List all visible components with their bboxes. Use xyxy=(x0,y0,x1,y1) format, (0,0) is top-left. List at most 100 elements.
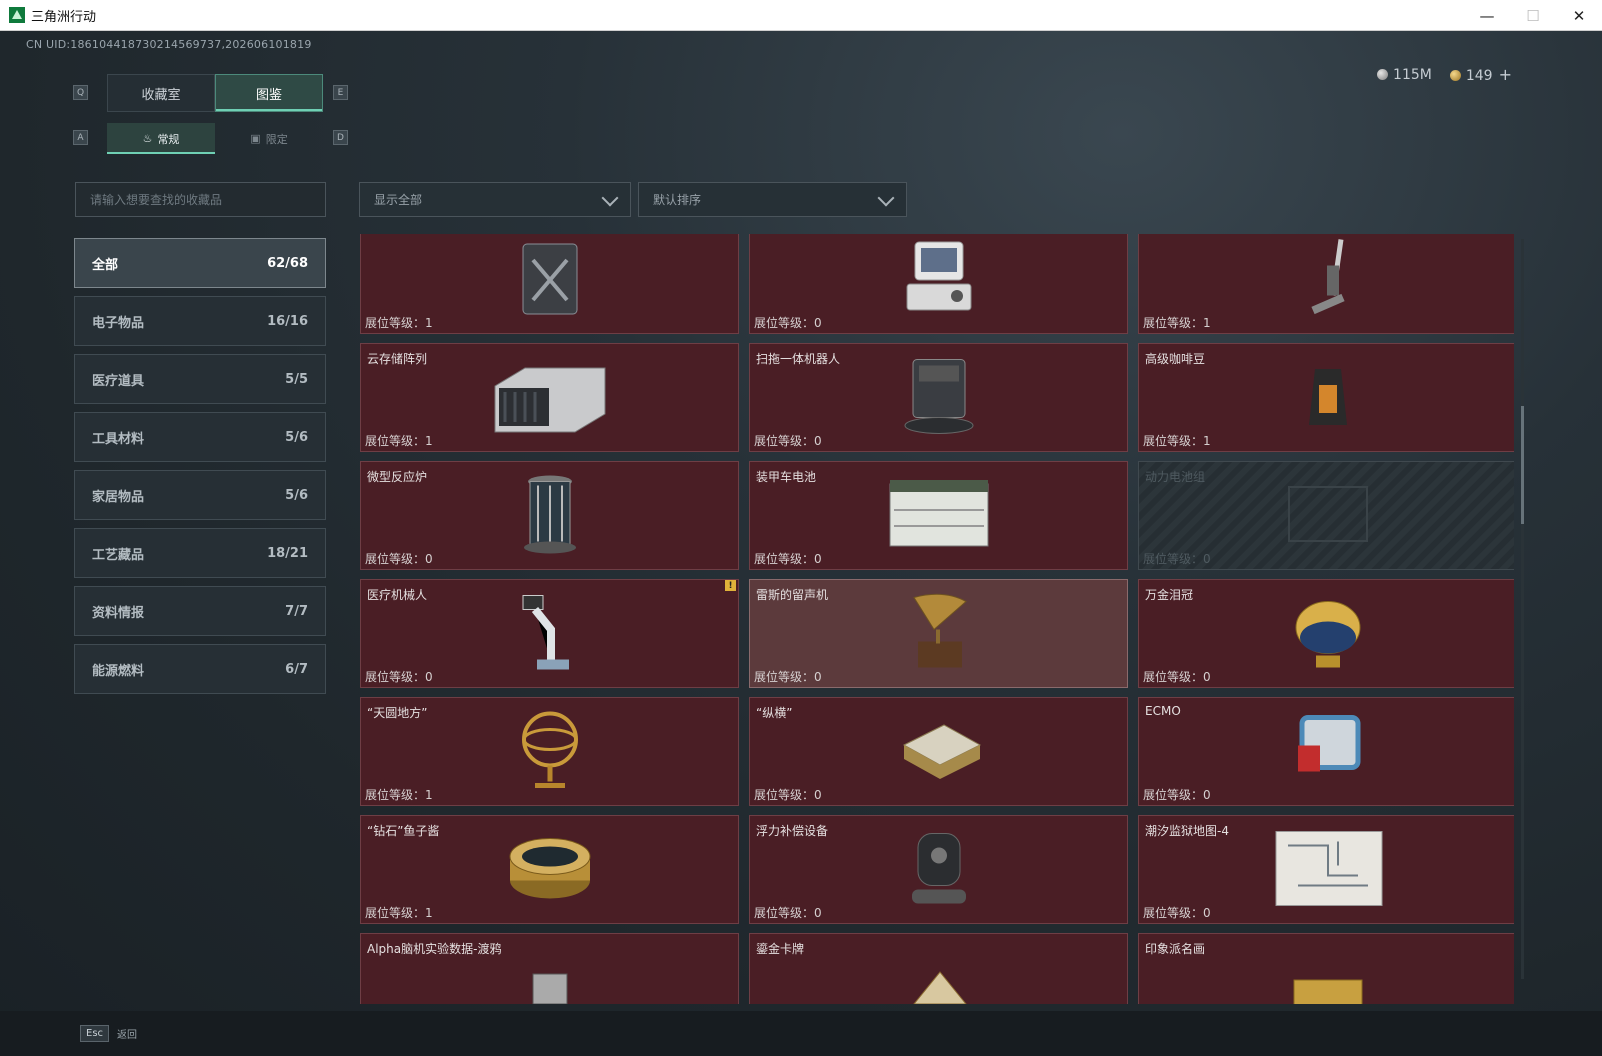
display-level: 展位等级：0 xyxy=(754,668,822,685)
app-logo-icon xyxy=(9,7,25,23)
collectible-grid-viewport: 展位等级：1 展位等级：0 展位等级：1 云存储阵列 展位等级：1 扫拖一体机器人 展位等级… xyxy=(360,234,1514,1004)
collectible-card[interactable]: 展位等级：0 xyxy=(749,234,1128,334)
display-level-prefix: 展位等级： xyxy=(1143,788,1204,802)
collectible-card[interactable]: 扫拖一体机器人 展位等级：0 xyxy=(749,343,1128,452)
maximize-button[interactable]: ☐ xyxy=(1510,0,1556,31)
key-hint-d: D xyxy=(333,130,348,145)
category-intel[interactable]: 资料情报 7/7 xyxy=(74,586,326,636)
display-level-prefix: 展位等级： xyxy=(754,316,815,330)
category-household[interactable]: 家居物品 5/6 xyxy=(74,470,326,520)
key-hint-e: E xyxy=(333,85,348,100)
display-level: 展位等级：1 xyxy=(1143,432,1211,449)
collectible-card[interactable]: 万金泪冠 展位等级：0 xyxy=(1138,579,1514,688)
display-level-value: 0 xyxy=(814,670,822,684)
esc-key-icon: Esc xyxy=(80,1025,110,1042)
collectible-card[interactable]: ECMO 展位等级：0 xyxy=(1138,697,1514,806)
collectible-card[interactable]: 潮汐监狱地图-4 展位等级：0 xyxy=(1138,815,1514,924)
display-level-prefix: 展位等级： xyxy=(1143,906,1204,920)
tab-encyclopedia[interactable]: 图鉴 xyxy=(215,74,323,112)
gold-coin-icon xyxy=(1449,70,1461,81)
display-level: 展位等级：1 xyxy=(365,432,433,449)
category-all[interactable]: 全部 62/68 xyxy=(74,238,326,288)
collectible-card[interactable]: 医疗机械人 展位等级：0! xyxy=(360,579,739,688)
display-level-prefix: 展位等级： xyxy=(365,434,426,448)
collectible-card[interactable]: “天圆地方” 展位等级：1 xyxy=(360,697,739,806)
tab-collection-room[interactable]: 收藏室 xyxy=(107,74,215,112)
minimize-button[interactable]: — xyxy=(1464,0,1510,31)
sort-dropdown[interactable]: 默认排序 xyxy=(638,182,907,217)
back-button[interactable]: Esc 返回 xyxy=(80,1025,137,1042)
display-level-prefix: 展位等级： xyxy=(754,906,815,920)
game-area: CN UID:186104418730214569737,20260610181… xyxy=(0,31,1602,1056)
silver-amount: 115M xyxy=(1393,66,1432,83)
limited-icon: ▣ xyxy=(250,132,261,145)
category-count: 18/21 xyxy=(267,545,308,561)
bottom-bar: Esc 返回 xyxy=(0,1011,1602,1056)
tab-limited[interactable]: ▣ 限定 xyxy=(215,123,323,154)
collectible-card[interactable]: “纵横” 展位等级：0 xyxy=(749,697,1128,806)
coffee-bag-icon xyxy=(1303,361,1353,435)
sort-value: 默认排序 xyxy=(653,193,702,207)
battery-pack-icon xyxy=(1283,479,1373,553)
battery-icon xyxy=(884,474,994,558)
key-hint-a: A xyxy=(73,130,88,145)
display-level-value: 0 xyxy=(814,552,822,566)
display-level-value: 0 xyxy=(1203,906,1211,920)
collectible-card[interactable]: 高级咖啡豆 展位等级：1 xyxy=(1138,343,1514,452)
category-medical[interactable]: 医疗道具 5/5 xyxy=(74,354,326,404)
display-level-value: 0 xyxy=(1203,670,1211,684)
collectible-name: 浮力补偿设备 xyxy=(756,824,829,838)
filter-dropdown[interactable]: 显示全部 xyxy=(359,182,631,217)
collectible-card[interactable]: 装甲车电池 展位等级：0 xyxy=(749,461,1128,570)
category-energy[interactable]: 能源燃料 6/7 xyxy=(74,644,326,694)
collectible-card[interactable]: 雷斯的留声机 展位等级：0 xyxy=(749,579,1128,688)
painting-icon xyxy=(1288,966,1368,1004)
display-level: 展位等级：1 xyxy=(1143,314,1211,331)
tab-regular[interactable]: ♨ 常规 xyxy=(107,123,215,154)
category-count: 62/68 xyxy=(267,255,308,271)
collectible-card[interactable]: 浮力补偿设备 展位等级：0 xyxy=(749,815,1128,924)
category-tools[interactable]: 工具材料 5/6 xyxy=(74,412,326,462)
category-count: 6/7 xyxy=(285,661,308,677)
display-level-value: 0 xyxy=(1203,552,1211,566)
silver-coin-icon xyxy=(1377,68,1389,80)
close-button[interactable]: ✕ xyxy=(1556,0,1602,31)
reactor-icon xyxy=(518,471,582,560)
collectible-card[interactable]: 印象派名画 xyxy=(1138,933,1514,1004)
scroll-thumb[interactable] xyxy=(1521,406,1524,524)
chessboard-icon xyxy=(894,715,984,789)
display-level-prefix: 展位等级： xyxy=(365,906,426,920)
collectible-card[interactable]: 展位等级：1 xyxy=(360,234,739,334)
collectible-card[interactable]: “钻石”鱼子酱 展位等级：1 xyxy=(360,815,739,924)
category-electronics[interactable]: 电子物品 16/16 xyxy=(74,296,326,346)
search-input[interactable]: 请输入想要查找的收藏品 xyxy=(75,182,326,217)
display-level-value: 0 xyxy=(814,434,822,448)
collectible-name: “天圆地方” xyxy=(367,706,428,720)
collectible-card[interactable]: Alpha脑机实验数据-渡鸦 xyxy=(360,933,739,1004)
jerrycan-icon xyxy=(515,238,585,322)
grid-scrollbar[interactable] xyxy=(1521,239,1524,979)
alert-badge: ! xyxy=(725,580,736,591)
collectible-card[interactable]: 云存储阵列展位等级：1 xyxy=(360,343,739,452)
collectible-card[interactable]: 鎏金卡牌 xyxy=(749,933,1128,1004)
collectible-name: 云存储阵列 xyxy=(367,352,428,366)
collectible-card[interactable]: 展位等级：1 xyxy=(1138,234,1514,334)
display-level: 展位等级：0 xyxy=(754,786,822,803)
collectible-name: ECMO xyxy=(1145,704,1181,718)
category-count: 16/16 xyxy=(267,313,308,329)
medical-robot-icon xyxy=(515,589,585,678)
display-level-value: 0 xyxy=(814,788,822,802)
collectible-card[interactable]: 微型反应炉 展位等级：0 xyxy=(360,461,739,570)
category-crafts[interactable]: 工艺藏品 18/21 xyxy=(74,528,326,578)
display-level: 展位等级：0 xyxy=(365,668,433,685)
display-level: 展位等级：0 xyxy=(365,550,433,567)
regular-icon: ♨ xyxy=(142,132,153,145)
add-currency-button[interactable]: + xyxy=(1499,65,1512,84)
collectible-card[interactable]: 动力电池组 展位等级：0 xyxy=(1138,461,1514,570)
gramophone-icon xyxy=(904,589,974,678)
data-drive-icon xyxy=(525,966,575,1004)
jeweled-egg-icon xyxy=(1288,589,1368,678)
display-level-prefix: 展位等级： xyxy=(365,670,426,684)
filter-value: 显示全部 xyxy=(374,193,423,207)
category-label: 电子物品 xyxy=(92,315,145,331)
